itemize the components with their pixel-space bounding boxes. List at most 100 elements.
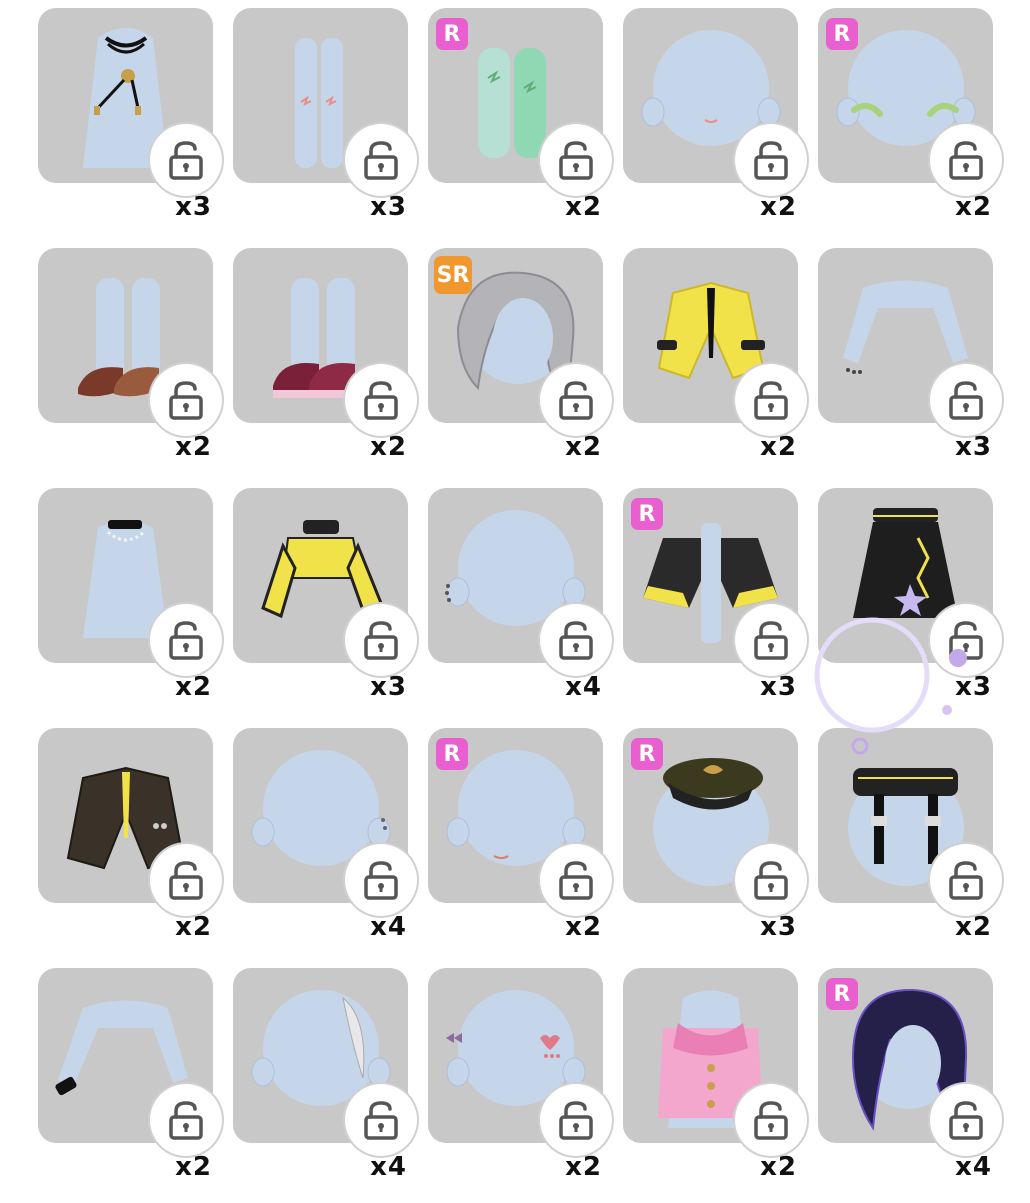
unlock-button[interactable] (150, 844, 222, 916)
item-cell[interactable]: x2 (623, 8, 807, 243)
rarity-badge: R (631, 738, 663, 770)
padlock-icon (364, 141, 398, 180)
item-count: x4 (370, 1152, 407, 1182)
padlock-icon (169, 381, 203, 420)
item-count: x2 (175, 912, 212, 942)
item-grid: x3 x3 R x2 x2 R x2 x2 x2 SR x2 x2 x3 x2 … (38, 8, 1002, 1198)
item-count: x3 (370, 192, 407, 222)
unlock-button[interactable] (735, 604, 807, 676)
unlock-button[interactable] (540, 364, 612, 436)
padlock-icon (364, 381, 398, 420)
item-cell[interactable]: R x2 (428, 8, 612, 243)
item-cell[interactable]: x4 (428, 488, 612, 723)
item-cell[interactable]: x2 (38, 488, 222, 723)
padlock-icon (169, 141, 203, 180)
unlock-button[interactable] (735, 1084, 807, 1156)
unlock-button[interactable] (345, 364, 417, 436)
unlock-button[interactable] (735, 124, 807, 196)
item-cell[interactable]: R x2 (428, 728, 612, 963)
item-cell[interactable]: x2 (233, 248, 417, 483)
item-cell[interactable]: x3 (38, 8, 222, 243)
unlock-button[interactable] (345, 844, 417, 916)
padlock-icon (949, 381, 983, 420)
item-count: x2 (760, 1152, 797, 1182)
item-count: x2 (370, 432, 407, 462)
rarity-badge: SR (434, 256, 472, 294)
unlock-button[interactable] (540, 844, 612, 916)
padlock-icon (169, 621, 203, 660)
padlock-icon (754, 141, 788, 180)
item-count: x3 (955, 672, 992, 702)
item-cell[interactable]: x2 (38, 968, 222, 1203)
item-cell[interactable]: R x4 (818, 968, 1002, 1203)
item-count: x2 (565, 912, 602, 942)
unlock-button[interactable] (930, 844, 1002, 916)
item-cell[interactable]: x2 (623, 968, 807, 1203)
unlock-button[interactable] (345, 1084, 417, 1156)
padlock-icon (559, 621, 593, 660)
padlock-icon (754, 1101, 788, 1140)
unlock-button[interactable] (930, 124, 1002, 196)
padlock-icon (364, 1101, 398, 1140)
item-cell[interactable]: x2 (623, 248, 807, 483)
item-cell[interactable]: R x3 (623, 728, 807, 963)
padlock-icon (559, 861, 593, 900)
padlock-icon (949, 1101, 983, 1140)
item-cell[interactable]: x3 (233, 8, 417, 243)
item-count: x2 (955, 192, 992, 222)
item-count: x4 (955, 1152, 992, 1182)
item-count: x2 (565, 1152, 602, 1182)
unlock-button[interactable] (150, 604, 222, 676)
padlock-icon (949, 861, 983, 900)
item-count: x3 (955, 432, 992, 462)
unlock-button[interactable] (540, 124, 612, 196)
padlock-icon (949, 141, 983, 180)
unlock-button[interactable] (735, 844, 807, 916)
padlock-icon (559, 141, 593, 180)
unlock-button[interactable] (540, 604, 612, 676)
padlock-icon (559, 381, 593, 420)
rarity-badge: R (826, 18, 858, 50)
padlock-icon (949, 621, 983, 660)
item-cell[interactable]: x2 (38, 248, 222, 483)
unlock-button[interactable] (930, 604, 1002, 676)
unlock-button[interactable] (930, 1084, 1002, 1156)
unlock-button[interactable] (150, 364, 222, 436)
rarity-badge: R (436, 18, 468, 50)
item-cell[interactable]: x2 (818, 728, 1002, 963)
item-count: x2 (175, 672, 212, 702)
item-cell[interactable]: x3 (818, 488, 1002, 723)
padlock-icon (169, 861, 203, 900)
unlock-button[interactable] (150, 1084, 222, 1156)
item-cell[interactable]: SR x2 (428, 248, 612, 483)
item-count: x4 (565, 672, 602, 702)
item-count: x2 (760, 432, 797, 462)
item-cell[interactable]: x4 (233, 728, 417, 963)
item-count: x3 (760, 912, 797, 942)
unlock-button[interactable] (930, 364, 1002, 436)
item-cell[interactable]: R x3 (623, 488, 807, 723)
item-count: x2 (565, 192, 602, 222)
unlock-button[interactable] (540, 1084, 612, 1156)
item-count: x2 (565, 432, 602, 462)
unlock-button[interactable] (345, 124, 417, 196)
item-count: x2 (760, 192, 797, 222)
item-cell[interactable]: x3 (818, 248, 1002, 483)
padlock-icon (169, 1101, 203, 1140)
item-count: x4 (370, 912, 407, 942)
item-cell[interactable]: R x2 (818, 8, 1002, 243)
item-cell[interactable]: x2 (38, 728, 222, 963)
unlock-button[interactable] (345, 604, 417, 676)
item-cell[interactable]: x3 (233, 488, 417, 723)
item-cell[interactable]: x2 (428, 968, 612, 1203)
rarity-badge: R (826, 978, 858, 1010)
padlock-icon (559, 1101, 593, 1140)
padlock-icon (754, 381, 788, 420)
item-count: x3 (760, 672, 797, 702)
item-count: x2 (955, 912, 992, 942)
item-count: x3 (370, 672, 407, 702)
item-cell[interactable]: x4 (233, 968, 417, 1203)
unlock-button[interactable] (150, 124, 222, 196)
rarity-badge: R (436, 738, 468, 770)
unlock-button[interactable] (735, 364, 807, 436)
